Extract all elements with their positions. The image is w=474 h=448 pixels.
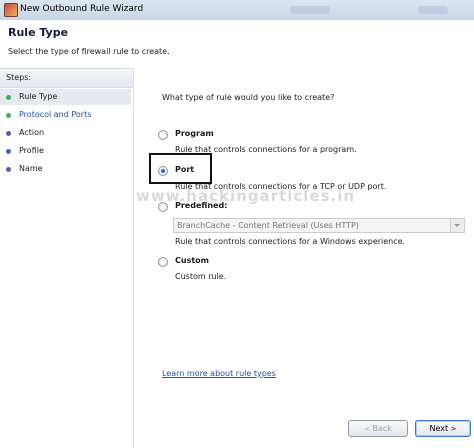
predefined-description: Rule that controls connections for a Win… [175, 237, 406, 246]
step-pending-icon [6, 167, 11, 172]
firewall-icon [4, 3, 18, 17]
step-protocol-and-ports[interactable]: Protocol and Ports [0, 107, 131, 123]
learn-more-link[interactable]: Learn more about rule types [162, 369, 276, 378]
rule-type-question: What type of rule would you like to crea… [162, 93, 335, 102]
program-label[interactable]: Program [175, 129, 214, 138]
next-arrow-icon: > [450, 425, 457, 433]
step-pending-icon [6, 131, 11, 136]
step-label: Action [19, 128, 45, 137]
step-label: Profile [19, 146, 44, 155]
custom-radio[interactable] [158, 257, 168, 267]
next-button[interactable]: Next > [415, 420, 471, 437]
predefined-select: BranchCache - Content Retrieval (Uses HT… [173, 218, 465, 233]
step-label: Name [19, 164, 43, 173]
title-bar-control [418, 6, 448, 14]
step-action: Action [0, 125, 131, 141]
step-label[interactable]: Protocol and Ports [19, 110, 91, 119]
step-profile: Profile [0, 143, 131, 159]
custom-label[interactable]: Custom [175, 256, 209, 265]
chevron-down-icon [450, 219, 464, 232]
custom-description: Custom rule. [175, 272, 227, 281]
program-radio[interactable] [158, 130, 168, 140]
back-button[interactable]: < Back [348, 420, 408, 437]
steps-heading-label: Steps: [6, 73, 32, 82]
page-title: Rule Type [8, 26, 69, 39]
step-complete-icon [6, 95, 11, 100]
back-button-label: Back [372, 424, 392, 433]
steps-pane: Steps: Rule Type Protocol and Ports Acti… [0, 68, 134, 448]
step-label: Rule Type [19, 92, 58, 101]
step-rule-type: Rule Type [0, 89, 131, 105]
back-arrow-icon: < [364, 425, 370, 433]
predefined-select-value: BranchCache - Content Retrieval (Uses HT… [177, 221, 359, 230]
step-pending-icon [6, 149, 11, 154]
watermark: www.hackingarticles.in [136, 187, 356, 205]
title-bar-control [290, 6, 330, 14]
steps-heading: Steps: [0, 68, 133, 88]
page-subtitle: Select the type of firewall rule to crea… [8, 47, 170, 56]
title-bar: New Outbound Rule Wizard [0, 0, 474, 21]
port-highlight-box [149, 153, 212, 184]
page-header: Rule Type Select the type of firewall ru… [0, 20, 474, 64]
next-button-label: Next [429, 424, 449, 433]
step-complete-icon [6, 113, 11, 118]
window-title: New Outbound Rule Wizard [20, 4, 144, 14]
step-name: Name [0, 161, 131, 177]
